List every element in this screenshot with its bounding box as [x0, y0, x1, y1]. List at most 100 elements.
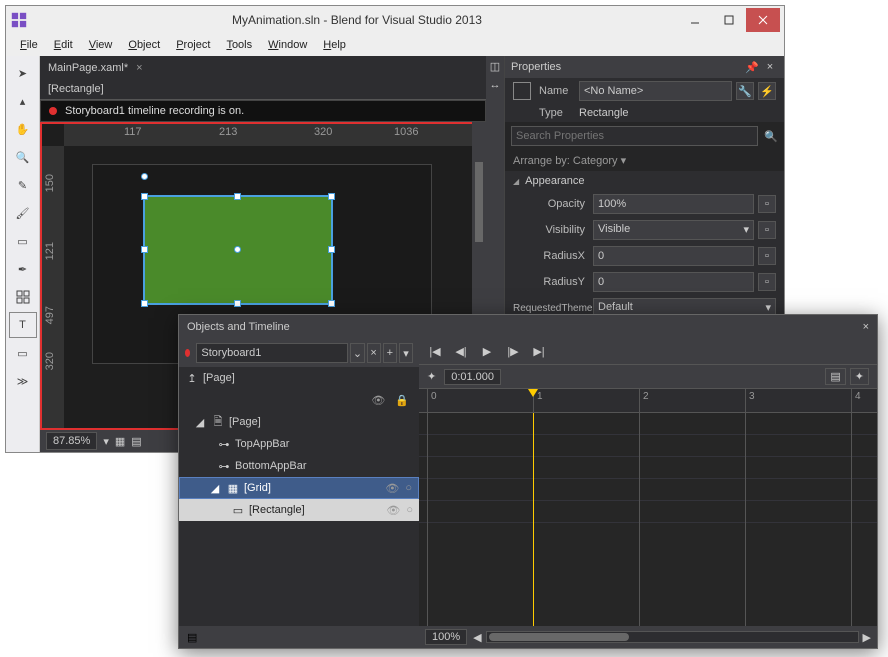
- brush-tool-icon[interactable]: 🖌: [9, 200, 37, 226]
- timeline-close-icon[interactable]: ×: [863, 321, 869, 333]
- maximize-button[interactable]: [712, 8, 746, 32]
- close-storyboard-icon[interactable]: ×: [367, 343, 381, 363]
- advanced-options-icon[interactable]: 🔧: [736, 82, 754, 100]
- expand-icon[interactable]: ◢: [193, 416, 207, 429]
- track-row[interactable]: [419, 457, 877, 479]
- elements-view-icon[interactable]: ▤: [187, 631, 197, 644]
- more-tools-icon[interactable]: ≫: [9, 368, 37, 394]
- scroll-left-icon[interactable]: ◀: [473, 631, 481, 644]
- timeline-scrollbar[interactable]: [486, 631, 859, 643]
- tree-row-grid[interactable]: ◢▦[Grid]👁○: [179, 477, 419, 499]
- rectangle-tool-icon[interactable]: ▭: [9, 228, 37, 254]
- grid-tool-icon[interactable]: [9, 284, 37, 310]
- radiusx-input[interactable]: [593, 246, 754, 266]
- opacity-input[interactable]: [593, 194, 754, 214]
- tree-row-rectangle[interactable]: ▭[Rectangle]👁○: [179, 499, 419, 521]
- close-button[interactable]: [746, 8, 780, 32]
- track-row[interactable]: [419, 435, 877, 457]
- search-properties-input[interactable]: [511, 126, 758, 146]
- track-row[interactable]: [419, 479, 877, 501]
- selected-rectangle[interactable]: [143, 195, 333, 305]
- zoom-tool-icon[interactable]: 🔍: [9, 144, 37, 170]
- resize-handle[interactable]: [328, 300, 335, 307]
- new-storyboard-icon[interactable]: +: [383, 343, 397, 363]
- resize-handle[interactable]: [328, 246, 335, 253]
- expand-icon[interactable]: ◢: [208, 482, 222, 495]
- keyframe-marker-icon[interactable]: ✦: [427, 370, 436, 383]
- visibility-toggle-icon[interactable]: 👁: [386, 504, 400, 517]
- text-tool-icon[interactable]: T: [9, 312, 37, 338]
- swap-panes-icon[interactable]: ↔: [490, 79, 501, 91]
- zoom-level[interactable]: 87.85%: [46, 432, 97, 450]
- breadcrumb[interactable]: [Rectangle]: [40, 78, 486, 100]
- lock-toggle-icon[interactable]: ○: [405, 482, 412, 494]
- pan-tool-icon[interactable]: ✋: [9, 116, 37, 142]
- prev-frame-icon[interactable]: ◀|: [453, 344, 469, 360]
- lock-toggle-icon[interactable]: ○: [406, 504, 413, 516]
- first-frame-icon[interactable]: |◀: [427, 344, 443, 360]
- appearance-section-header[interactable]: Appearance: [505, 171, 784, 191]
- button-tool-icon[interactable]: ▭: [9, 340, 37, 366]
- track-row[interactable]: [419, 413, 877, 435]
- menu-object[interactable]: Object: [120, 39, 168, 51]
- snap-toggle-icon[interactable]: ▤: [131, 435, 141, 448]
- timeline-zoom[interactable]: 100%: [425, 629, 467, 645]
- menu-project[interactable]: Project: [168, 39, 218, 51]
- grid-toggle-icon[interactable]: ▦: [115, 435, 125, 448]
- property-marker-icon[interactable]: ▫: [758, 221, 776, 239]
- playhead[interactable]: [533, 413, 534, 626]
- arrange-by-dropdown[interactable]: Arrange by: Category ▾: [505, 150, 784, 171]
- menu-view[interactable]: View: [81, 39, 121, 51]
- property-marker-icon[interactable]: ▫: [758, 273, 776, 291]
- scroll-right-icon[interactable]: ▶: [863, 631, 871, 644]
- play-icon[interactable]: ▶: [479, 344, 495, 360]
- current-time[interactable]: 0:01.000: [444, 369, 501, 385]
- pin-icon[interactable]: 📌: [744, 59, 760, 75]
- storyboard-dropdown-icon[interactable]: ⌄: [350, 343, 364, 363]
- resize-handle[interactable]: [234, 300, 241, 307]
- tab-close-icon[interactable]: ×: [136, 62, 142, 74]
- document-tab[interactable]: MainPage.xaml*×: [40, 58, 151, 78]
- resize-handle[interactable]: [328, 193, 335, 200]
- tree-row-page[interactable]: ◢🗎[Page]: [179, 411, 419, 433]
- options-icon[interactable]: ✦: [850, 368, 869, 385]
- last-frame-icon[interactable]: ▶|: [531, 344, 547, 360]
- menu-help[interactable]: Help: [315, 39, 354, 51]
- events-icon[interactable]: ⚡: [758, 82, 776, 100]
- rotation-handle[interactable]: [141, 173, 148, 180]
- name-field[interactable]: [579, 81, 732, 101]
- menu-file[interactable]: File: [12, 39, 46, 51]
- minimize-button[interactable]: [678, 8, 712, 32]
- visibility-select[interactable]: Visible▾: [593, 220, 754, 240]
- next-frame-icon[interactable]: |▶: [505, 344, 521, 360]
- radiusy-input[interactable]: [593, 272, 754, 292]
- center-point[interactable]: [234, 246, 241, 253]
- split-horizontal-icon[interactable]: ◫: [490, 60, 500, 73]
- search-icon[interactable]: 🔍: [764, 130, 778, 143]
- track-row[interactable]: [419, 501, 877, 523]
- lock-column-icon[interactable]: 🔒: [395, 394, 409, 407]
- resize-handle[interactable]: [141, 246, 148, 253]
- selection-tool-icon[interactable]: ➤: [9, 60, 37, 86]
- property-marker-icon[interactable]: ▫: [758, 247, 776, 265]
- property-marker-icon[interactable]: ▫: [758, 195, 776, 213]
- storyboard-options-icon[interactable]: ▾: [399, 343, 413, 363]
- close-panel-icon[interactable]: ×: [762, 59, 778, 75]
- resize-handle[interactable]: [141, 300, 148, 307]
- resize-handle[interactable]: [141, 193, 148, 200]
- zoom-dropdown-icon[interactable]: ▾: [103, 435, 109, 448]
- timeline-tracks[interactable]: [419, 413, 877, 626]
- visibility-toggle-icon[interactable]: 👁: [385, 482, 399, 495]
- snapping-icon[interactable]: ▤: [825, 368, 845, 385]
- menu-window[interactable]: Window: [260, 39, 315, 51]
- direct-select-tool-icon[interactable]: ▴: [9, 88, 37, 114]
- tree-row-topappbar[interactable]: ⊶TopAppBar: [179, 433, 419, 455]
- eye-column-icon[interactable]: 👁: [371, 394, 385, 407]
- timeline-ruler[interactable]: 0 1 2 3 4: [419, 389, 877, 413]
- menu-tools[interactable]: Tools: [218, 39, 260, 51]
- menu-edit[interactable]: Edit: [46, 39, 81, 51]
- timeline-titlebar[interactable]: Objects and Timeline ×: [179, 315, 877, 339]
- storyboard-name-input[interactable]: [196, 343, 348, 363]
- scope-row[interactable]: ↥ [Page]: [179, 367, 419, 389]
- pen-tool-icon[interactable]: ✒: [9, 256, 37, 282]
